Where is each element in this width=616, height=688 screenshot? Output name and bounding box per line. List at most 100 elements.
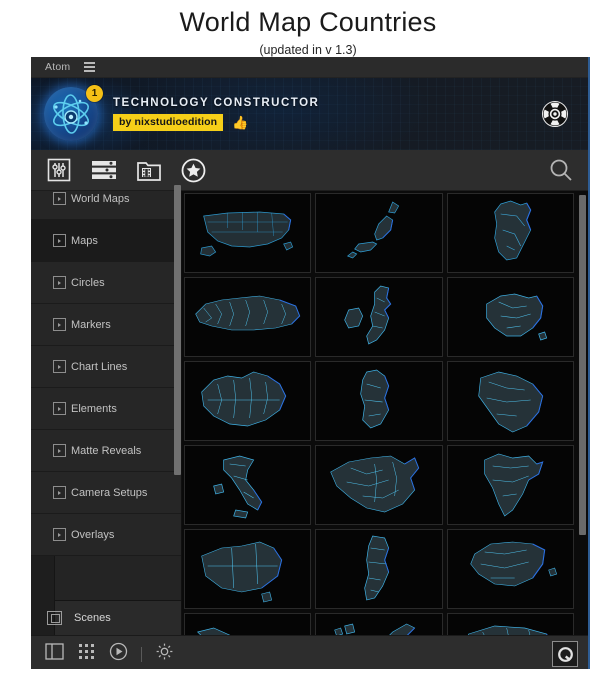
sidebar-item-chart-lines[interactable]: Chart Lines (31, 346, 181, 388)
thumbs-up-icon[interactable]: 👍 (232, 116, 248, 129)
statusbar-divider (141, 646, 142, 662)
map-shape-icon (469, 541, 557, 587)
product-title: TECHNOLOGY CONSTRUCTOR (113, 97, 320, 109)
thumbnail-panel (182, 191, 588, 635)
sidebar-item-label: Matte Reveals (71, 444, 142, 457)
page-title: World Map Countries (179, 7, 437, 37)
sidebar-item-label: Chart Lines (71, 360, 128, 373)
content-area: World Maps Maps Circles Markers Chart Li… (31, 185, 588, 635)
menu-bar: Atom (31, 57, 588, 78)
author-chip: by nixstudioedition (113, 114, 224, 131)
thumbnail-south-korea[interactable] (315, 361, 443, 441)
thumbnail-australia[interactable] (184, 529, 312, 609)
expand-icon (53, 192, 66, 205)
badge-count: 1 (86, 85, 103, 102)
map-shape-icon (201, 371, 287, 427)
panel-toggle-icon[interactable] (45, 642, 64, 666)
screenshot-root: World Map Countries (updated in v 1.3) A… (0, 0, 616, 688)
map-shape-icon (197, 627, 231, 635)
status-bar (31, 635, 588, 669)
sidebar-item-label: Maps (71, 234, 98, 247)
thumbnail-norway[interactable] (315, 613, 443, 635)
thumbnail-italy[interactable] (184, 445, 312, 525)
map-shape-icon (330, 455, 420, 513)
caption-block: World Map Countries (updated in v 1.3) (0, 0, 616, 59)
sidebar-item-overlays[interactable]: Overlays (31, 514, 181, 556)
thumbnail-sweden[interactable] (315, 529, 443, 609)
expand-icon (53, 402, 66, 415)
hamburger-menu-icon[interactable] (84, 62, 96, 72)
banner-text-block: TECHNOLOGY CONSTRUCTOR by nixstudioediti… (113, 97, 319, 131)
brand-logo-icon[interactable] (552, 641, 578, 667)
expand-icon (53, 318, 66, 331)
play-icon[interactable] (109, 642, 128, 666)
thumbnail-canada[interactable] (184, 361, 312, 441)
star-circle-icon[interactable] (181, 158, 206, 183)
map-shape-icon (477, 371, 543, 433)
thumbnail-grid (184, 193, 574, 635)
sidebar-footer-label: Scenes (74, 612, 111, 624)
sidebar-item-label: Elements (71, 402, 117, 415)
map-shape-icon (364, 535, 390, 601)
map-shape-icon (493, 200, 531, 261)
expand-icon (53, 234, 66, 247)
thumbnail-poland[interactable] (446, 613, 574, 635)
film-folder-icon[interactable] (137, 159, 161, 182)
sidebar-item-circles[interactable]: Circles (31, 262, 181, 304)
author-row: by nixstudioedition 👍 (113, 114, 319, 131)
sidebar-item-maps[interactable]: Maps (31, 220, 181, 262)
list-lines-icon[interactable] (91, 159, 117, 181)
thumbnail-russia[interactable] (184, 277, 312, 357)
thumbnail-united-states[interactable] (184, 193, 312, 273)
product-banner: 1 TECHNOLOGY CONSTRUCTOR by nixstudioedi… (31, 78, 588, 150)
grid-view-icon[interactable] (77, 642, 96, 666)
search-icon[interactable] (548, 157, 574, 183)
app-menu-atom[interactable]: Atom (45, 61, 70, 73)
thumbnail-united-kingdom[interactable] (315, 277, 443, 357)
thumbnail-mexico[interactable] (184, 613, 312, 635)
sidebar-item-label: Camera Setups (71, 486, 148, 499)
sidebar-scrollbar[interactable] (174, 57, 181, 669)
thumbnail-japan[interactable] (315, 193, 443, 273)
grid-scrollbar-thumb[interactable] (579, 195, 586, 535)
scenes-icon (47, 611, 62, 625)
map-shape-icon (200, 211, 294, 257)
expand-icon (53, 276, 66, 289)
sidebar-item-label: Overlays (71, 528, 115, 541)
thumbnail-brazil[interactable] (446, 361, 574, 441)
expand-icon (53, 528, 66, 541)
map-shape-icon (467, 625, 548, 635)
sidebar-scrollbar-thumb[interactable] (174, 185, 181, 475)
sidebar-scroll: World Maps Maps Circles Markers Chart Li… (31, 191, 181, 600)
sidebar-list: World Maps Maps Circles Markers Chart Li… (31, 191, 181, 556)
atom-logo-icon: 1 (40, 83, 103, 145)
thumbnail-germany[interactable] (446, 193, 574, 273)
map-shape-icon (195, 295, 301, 331)
map-shape-icon (334, 623, 416, 635)
gear-icon[interactable] (155, 642, 174, 666)
expand-icon (53, 444, 66, 457)
map-shape-icon (484, 453, 544, 517)
thumbnail-spain[interactable] (446, 529, 574, 609)
thumbnail-france[interactable] (446, 277, 574, 357)
sidebar-item-camera-setups[interactable]: Camera Setups (31, 472, 181, 514)
sidebar-item-matte-reveals[interactable]: Matte Reveals (31, 430, 181, 472)
category-sidebar: World Maps Maps Circles Markers Chart Li… (31, 191, 182, 635)
sidebar-item-label: World Maps (71, 192, 130, 205)
main-toolbar (31, 150, 588, 191)
sliders-icon[interactable] (47, 158, 71, 182)
sidebar-item-world-maps[interactable]: World Maps (31, 191, 181, 220)
map-shape-icon (360, 369, 390, 429)
expand-icon (53, 486, 66, 499)
map-shape-icon (347, 201, 400, 259)
sidebar-item-markers[interactable]: Markers (31, 304, 181, 346)
navigation-ring-icon[interactable] (541, 100, 569, 128)
sidebar-item-elements[interactable]: Elements (31, 388, 181, 430)
grid-scrollbar[interactable] (579, 191, 586, 635)
thumbnail-india[interactable] (446, 445, 574, 525)
app-window: Atom 1 TECHNOLOGY CONSTRUCTOR by nixstud… (31, 57, 590, 669)
thumbnail-china[interactable] (315, 445, 443, 525)
expand-icon (53, 360, 66, 373)
sidebar-item-label: Circles (71, 276, 105, 289)
map-shape-icon (201, 541, 283, 603)
